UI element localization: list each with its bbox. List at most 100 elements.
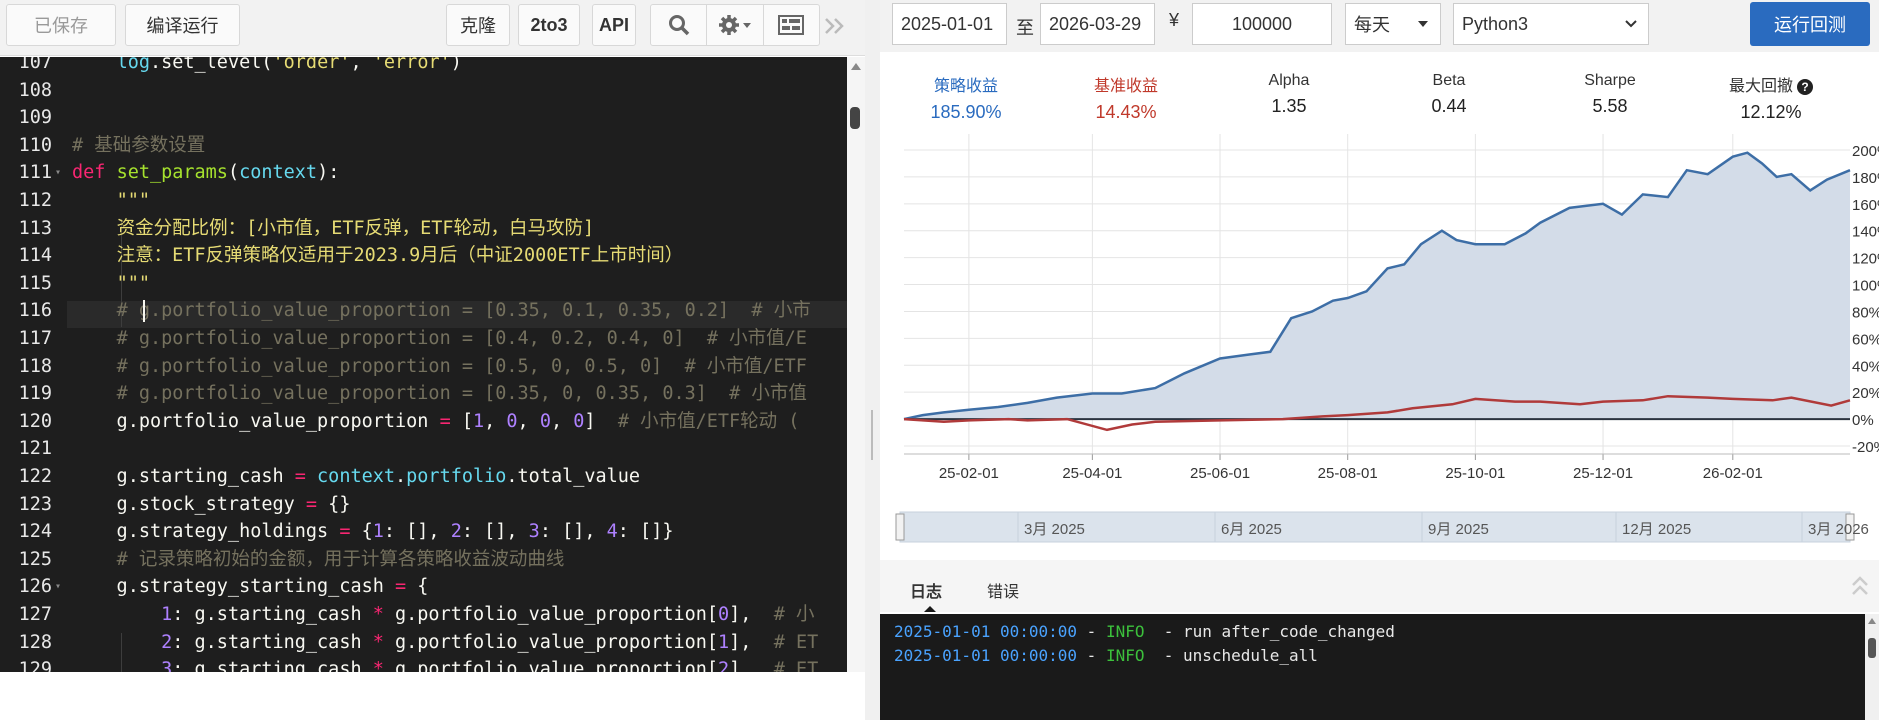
code-token: [ — [450, 410, 473, 432]
splitter[interactable] — [865, 0, 880, 720]
gear-icon[interactable] — [707, 5, 764, 45]
code-token: { — [406, 576, 429, 598]
code-token: 资金分配比例：[小市值，ETF反弹，ETF轮动，白马攻防] — [116, 217, 595, 239]
code-line: log.set_level('order', 'error') — [72, 57, 462, 77]
code-token: g.portfolio_value_proportion[ — [383, 631, 719, 653]
x-tick-label: 25-06-01 — [1190, 465, 1250, 482]
log-tabs: 日志 错误 — [880, 560, 1879, 612]
code-token: 1 — [161, 604, 173, 625]
range-label: 12月 2025 — [1622, 521, 1691, 538]
api-button[interactable]: API — [592, 4, 636, 46]
active-tab-pointer — [924, 606, 936, 612]
code-token: # 基础参数设置 — [72, 134, 206, 156]
code-token: 'error' — [372, 57, 451, 73]
log-separator: - — [1077, 646, 1106, 665]
code-token: 3 — [528, 521, 540, 543]
code-token: = — [395, 576, 407, 598]
layout-icon[interactable] — [764, 5, 819, 45]
code-line: # g.portfolio_value_proportion = [0.5, 0… — [72, 353, 807, 381]
compile-run-button[interactable]: 编译运行 — [125, 4, 240, 46]
code-token: g.strategy_holdings — [72, 521, 340, 543]
y-tick-label: 100% — [1852, 278, 1879, 295]
line-number: 129 — [18, 659, 52, 672]
code-line: # 基础参数设置 — [72, 132, 205, 160]
line-number: 109 — [18, 107, 52, 129]
line-number: 117 — [18, 328, 52, 349]
line-number: 128 — [18, 631, 52, 653]
scroll-up-arrow-icon[interactable] — [851, 63, 861, 70]
code-line: g.strategy_holdings = {1: [], 2: [], 3: … — [72, 518, 674, 546]
line-number: 118 — [18, 355, 52, 377]
range-label: 3月 2025 — [1024, 521, 1085, 538]
range-label: 6月 2025 — [1221, 521, 1282, 538]
code-token: : g.starting_cash — [172, 604, 373, 625]
code-token: , — [484, 410, 507, 432]
line-number: 121 — [18, 438, 52, 460]
code-line: g.portfolio_value_proportion = [1, 0, 0,… — [72, 408, 800, 436]
code-line: # g.portfolio_value_proportion = [0.35, … — [72, 380, 807, 408]
code-area[interactable]: 107 108 109 110 111 ▾ 112 113 114 115 116 117 118 119… — [0, 57, 847, 672]
line-number: 110 — [18, 134, 52, 156]
x-tick-label: 25-12-01 — [1573, 465, 1633, 482]
code-token: context — [317, 466, 396, 487]
line-gutter: 107 108 109 110 111 ▾ 112 113 114 115 116 117 118 119… — [0, 57, 67, 672]
code-token: g.strategy_starting_cash — [72, 576, 396, 598]
log-timestamp: 2025-01-01 00:00:00 — [894, 622, 1078, 641]
code-line: # g.portfolio_value_proportion = [0.4, 0… — [72, 325, 807, 353]
saved-button[interactable]: 已保存 — [6, 4, 116, 46]
code-token: . — [395, 466, 407, 487]
line-number: 115 — [18, 272, 52, 294]
2to3-button[interactable]: 2to3 — [518, 4, 580, 46]
fold-arrow-icon[interactable]: ▾ — [55, 573, 65, 601]
tab-log[interactable]: 日志 — [910, 578, 942, 602]
code-token: 1 — [718, 631, 730, 653]
code-token: """ — [116, 190, 150, 211]
search-icon[interactable] — [651, 5, 708, 45]
strategy-area — [904, 152, 1850, 420]
code-token: # g.portfolio_value_proportion = [0.35, … — [116, 300, 811, 322]
x-tick-label: 26-02-01 — [1703, 465, 1763, 482]
line-number: 127 — [18, 604, 52, 625]
log-message: - run after_code_changed — [1144, 622, 1395, 641]
scrollbar-thumb[interactable] — [850, 107, 860, 129]
collapse-up-icon[interactable] — [1850, 574, 1870, 598]
code-token: = — [305, 493, 318, 515]
line-number: 111 — [18, 162, 52, 184]
fold-arrow-icon[interactable]: ▾ — [55, 159, 65, 187]
code-line: g.strategy_starting_cash = { — [72, 573, 429, 601]
code-token: context — [239, 162, 318, 184]
code-token: ], — [729, 659, 774, 672]
code-token: : [], — [539, 521, 607, 543]
log-scrollbar[interactable] — [1865, 614, 1879, 720]
code-token: g.stock_strategy — [72, 493, 306, 515]
editor-scrollbar[interactable] — [847, 57, 865, 672]
code-token: 1 — [372, 521, 384, 543]
code-line: 注意：ETF反弹策略仅适用于2023.9月后（中证2000ETF上市时间） — [72, 242, 684, 270]
code-token: {} — [317, 493, 351, 515]
line-number: 120 — [18, 410, 52, 432]
line-number: 126 — [18, 576, 52, 598]
double-chevron-right-icon[interactable] — [820, 14, 850, 38]
line-number: 113 — [18, 217, 52, 239]
clone-button[interactable]: 克隆 — [446, 4, 510, 46]
code-token: , — [550, 410, 574, 432]
code-token: : g.starting_cash — [172, 659, 373, 672]
line-number: 107 — [18, 57, 52, 73]
editor-tool-group — [650, 4, 820, 46]
backtest-panel: 2025-01-01 至 2026-03-29 ¥ 100000 每天 Pyth… — [880, 0, 1879, 720]
code-token: # 小 — [773, 604, 815, 625]
range-handle-left[interactable] — [895, 513, 905, 541]
log-line: 2025-01-01 00:00:00 - INFO - unschedule_… — [894, 644, 1318, 668]
code-token: 0 — [718, 604, 730, 625]
code-token: : []} — [617, 521, 674, 543]
y-tick-label: 20% — [1852, 385, 1879, 402]
tab-error[interactable]: 错误 — [987, 578, 1019, 602]
code-token: # g.portfolio_value_proportion = [0.35, … — [116, 383, 807, 405]
